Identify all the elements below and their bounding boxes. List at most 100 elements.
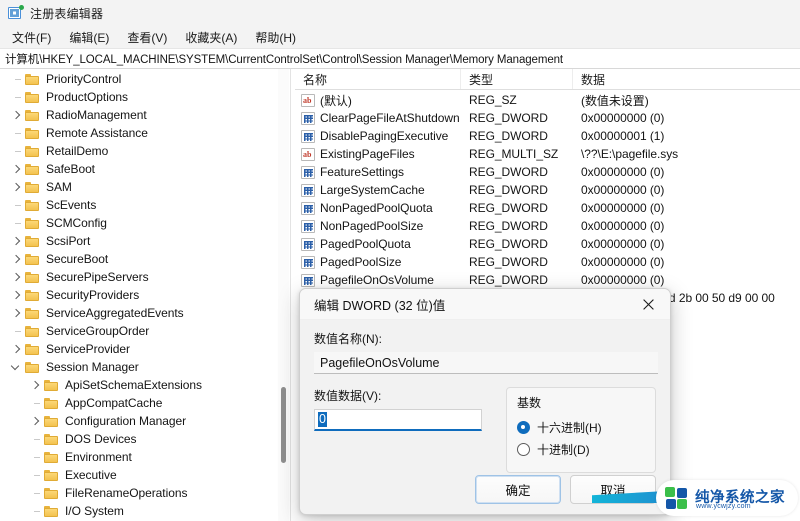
tree-item[interactable]: DOS Devices [0,430,289,448]
tree-item[interactable]: RetailDemo [0,142,289,160]
chevron-right-icon[interactable] [8,340,25,358]
tree-item[interactable]: ServiceGroupOrder [0,322,289,340]
column-header-name[interactable]: 名称 [295,69,461,89]
tree-item-label: ServiceGroupOrder [46,324,150,338]
tree-item[interactable]: SCMConfig [0,214,289,232]
chevron-right-icon[interactable] [8,250,25,268]
chevron-right-icon[interactable] [8,106,25,124]
tree-item[interactable]: PriorityControl [0,70,289,88]
radio-hexadecimal-indicator [517,420,530,434]
registry-editor-icon [8,4,24,21]
dialog-buttons: 确定 取消 [475,475,656,504]
menu-edit[interactable]: 编辑(E) [65,27,118,48]
radio-decimal[interactable]: 十进制(D) [517,439,645,459]
folder-icon [25,217,40,229]
folder-icon [44,487,59,499]
folder-icon [25,163,40,175]
value-row[interactable]: NonPagedPoolSize REG_DWORD 0x00000000 (0) [295,217,800,235]
folder-icon [25,253,40,265]
tree-scrollbar[interactable] [278,69,289,521]
value-name-text: (默认) [320,93,352,108]
tree-item[interactable]: SecureBoot [0,250,289,268]
menu-favorites[interactable]: 收藏夹(A) [181,27,246,48]
value-row[interactable]: DisablePagingExecutive REG_DWORD 0x0000000… [295,127,800,145]
value-row[interactable]: PagefileOnOsVolume REG_DWORD 0x00000000 (0… [295,271,800,289]
tree-item[interactable]: ServiceAggregatedEvents [0,304,289,322]
value-name-text: PagedPoolQuota [320,237,411,251]
value-name-cell: (默认) [295,92,461,109]
value-row[interactable]: LargeSystemCache REG_DWORD 0x00000000 (0) [295,181,800,199]
dword-value-icon [301,183,315,197]
tree-item[interactable]: SecurityProviders [0,286,289,304]
chevron-down-icon[interactable] [8,358,25,376]
value-row[interactable]: ClearPageFileAtShutdown REG_DWORD 0x000000… [295,109,800,127]
value-row[interactable]: ExistingPageFiles REG_MULTI_SZ \??\E:\page… [295,145,800,163]
tree-item[interactable]: Remote Assistance [0,124,289,142]
tree-item[interactable]: Executive [0,466,289,484]
tree-item[interactable]: Configuration Manager [0,412,289,430]
chevron-right-icon[interactable] [8,268,25,286]
tree-item-label: RetailDemo [46,144,109,158]
value-row[interactable]: FeatureSettings REG_DWORD 0x00000000 (0) [295,163,800,181]
tree-item[interactable]: SAM [0,178,289,196]
close-icon[interactable] [626,289,670,319]
tree-item[interactable]: ScEvents [0,196,289,214]
cancel-button[interactable]: 取消 [570,475,656,504]
value-type-cell: REG_DWORD [469,183,548,197]
tree-item[interactable]: ServiceProvider [0,340,289,358]
folder-icon [25,145,40,157]
tree-item[interactable]: ApiSetSchemaExtensions [0,376,289,394]
value-name-text: DisablePagingExecutive [320,129,449,143]
dword-value-icon [301,237,315,251]
tree-item[interactable]: FileRenameOperations [0,484,289,502]
tree-item[interactable]: SecurePipeServers [0,268,289,286]
chevron-right-icon[interactable] [8,232,25,250]
tree-item-label: Session Manager [46,360,139,374]
value-name-cell: ExistingPageFiles [295,147,461,161]
base-legend: 基数 [517,396,542,410]
value-name-input[interactable]: PagefileOnOsVolume [314,352,658,374]
folder-icon [25,271,40,283]
chevron-right-icon[interactable] [27,412,44,430]
tree-item-label: SecurityProviders [46,288,140,302]
string-value-icon [301,93,315,107]
tree-item[interactable]: RadioManagement [0,106,289,124]
menu-file[interactable]: 文件(F) [8,27,60,48]
chevron-right-icon[interactable] [8,178,25,196]
chevron-right-icon[interactable] [27,376,44,394]
value-row[interactable]: PagedPoolQuota REG_DWORD 0x00000000 (0) [295,235,800,253]
value-data-cell: 0x00000000 (0) [581,165,665,179]
value-name-text: PagefileOnOsVolume [320,273,434,287]
value-data-input[interactable]: 0 [314,409,482,431]
value-row[interactable]: NonPagedPoolQuota REG_DWORD 0x00000000 (0) [295,199,800,217]
tree-item[interactable]: Environment [0,448,289,466]
tree-item[interactable]: I/O System [0,502,289,520]
value-row[interactable]: (默认) REG_SZ (数值未设置) [295,91,800,109]
value-name-cell: LargeSystemCache [295,183,461,197]
tree-item[interactable]: ProductOptions [0,88,289,106]
radio-decimal-label: 十进制(D) [537,442,590,457]
tree-item[interactable]: SafeBoot [0,160,289,178]
value-name-cell: PagedPoolSize [295,255,461,269]
address-bar[interactable]: 计算机\HKEY_LOCAL_MACHINE\SYSTEM\CurrentCon… [0,48,800,69]
tree-item[interactable]: AppCompatCache [0,394,289,412]
menu-help[interactable]: 帮助(H) [251,27,305,48]
radio-hexadecimal[interactable]: 十六进制(H) [517,417,645,437]
column-header-type[interactable]: 类型 [461,69,573,89]
value-name-cell: FeatureSettings [295,165,461,179]
value-name-cell: PagedPoolQuota [295,237,461,251]
value-name-text: LargeSystemCache [320,183,425,197]
tree-item-label: Environment [65,450,132,464]
tree-connector-icon [8,70,25,88]
value-row[interactable]: PagedPoolSize REG_DWORD 0x00000000 (0) [295,253,800,271]
chevron-right-icon[interactable] [8,160,25,178]
tree-item[interactable]: Session Manager [0,358,289,376]
tree-item[interactable]: ScsiPort [0,232,289,250]
column-header-data[interactable]: 数据 [573,69,800,89]
tree-scrollbar-thumb[interactable] [281,387,286,463]
menu-view[interactable]: 查看(V) [123,27,176,48]
chevron-right-icon[interactable] [8,304,25,322]
ok-button[interactable]: 确定 [475,475,561,504]
chevron-right-icon[interactable] [8,286,25,304]
registry-editor-window: 注册表编辑器 文件(F) 编辑(E) 查看(V) 收藏夹(A) 帮助(H) 计算… [0,0,800,521]
